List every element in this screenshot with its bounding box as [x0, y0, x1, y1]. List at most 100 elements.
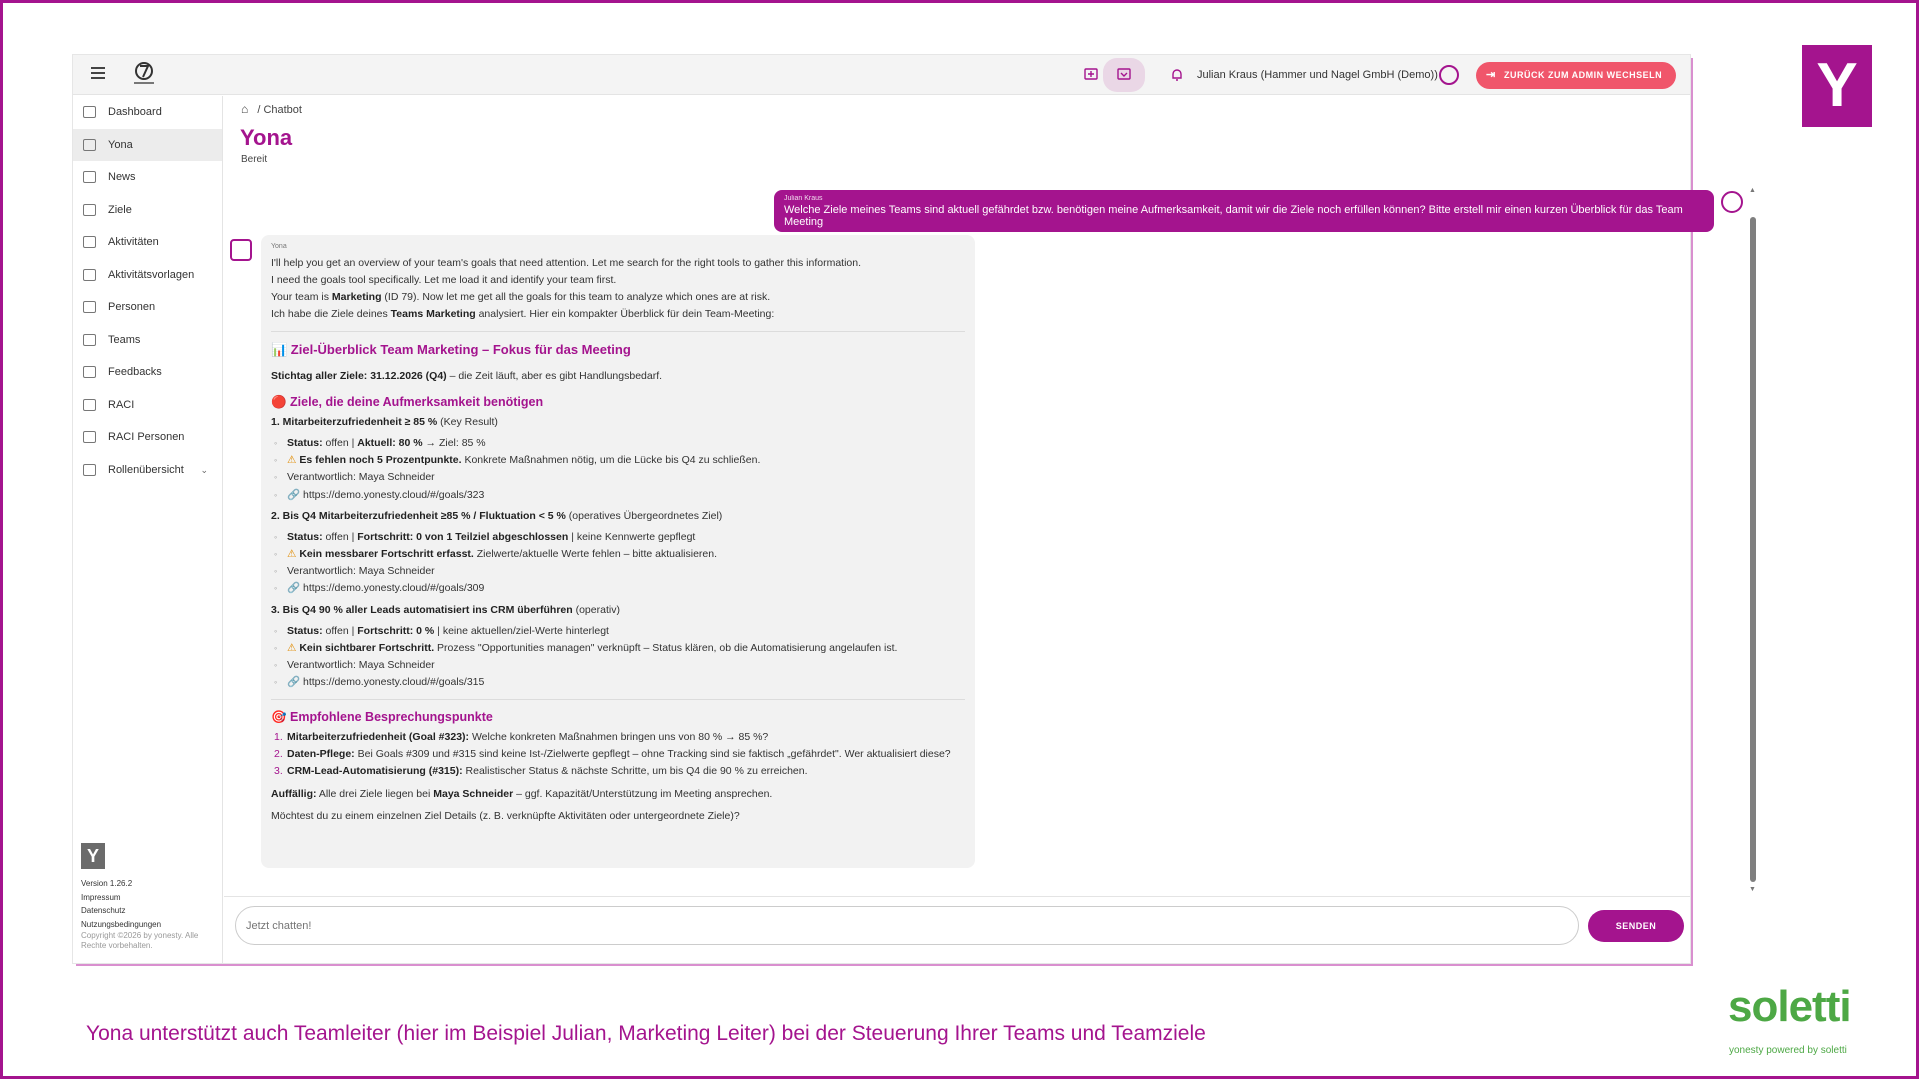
divider — [271, 699, 965, 701]
sidebar-item-personen[interactable]: Personen — [73, 291, 222, 324]
discussion-point: 1. Mitarbeiterzufriedenheit (Goal #323): … — [274, 731, 769, 744]
sidebar-item-raci[interactable]: RACI — [73, 389, 222, 422]
bot-text: Ich habe die Ziele deines Teams Marketin… — [271, 308, 775, 320]
version-text: Version 1.26.2 — [81, 879, 133, 888]
scroll-down-icon[interactable]: ▼ — [1749, 886, 1756, 893]
link-icon: 🔗 — [287, 676, 301, 689]
top-bar: Julian Kraus (Hammer und Nagel GmbH (Dem… — [73, 55, 1690, 95]
hierarchy-icon — [83, 463, 96, 476]
people-icon — [83, 301, 96, 313]
sidebar-footer: Y Version 1.26.2 Impressum Datenschutz N… — [81, 843, 216, 951]
notable-text: Auffällig: Alle drei Ziele liegen bei Ma… — [271, 788, 773, 801]
link-icon: 🔗 — [287, 582, 301, 595]
sidebar-item-label: Aktivitäten — [108, 236, 159, 248]
datenschutz-link[interactable]: Datenschutz — [81, 904, 216, 918]
goal-warning: ⚠ Es fehlen noch 5 Prozentpunkte. Konkre… — [271, 452, 965, 469]
overview-heading: 📊 Ziel-Überblick Team Marketing – Fokus … — [271, 342, 631, 357]
switch-to-admin-button[interactable]: ⇥ ZURÜCK ZUM ADMIN WECHSELN — [1476, 62, 1676, 89]
points-heading: 🎯 Empfohlene Besprechungspunkte — [271, 710, 493, 725]
sidebar-item-label: Rollenübersicht — [108, 463, 184, 476]
grid-icon — [83, 431, 96, 443]
feedback-add-icon[interactable] — [1079, 63, 1103, 87]
user-name[interactable]: Julian Kraus (Hammer und Nagel GmbH (Dem… — [1197, 69, 1438, 81]
impressum-link[interactable]: Impressum — [81, 891, 216, 905]
chat-scrollbar[interactable]: ▲ ▼ — [1749, 187, 1757, 895]
flag-icon — [83, 203, 96, 216]
sidebar: Dashboard Yona News Ziele Aktivitäten Ak… — [73, 96, 223, 963]
nutzungsbedingungen-link[interactable]: Nutzungsbedingungen — [81, 918, 216, 932]
soletti-tagline: yonesty powered by soletti — [1729, 1045, 1847, 1056]
sidebar-item-raci-personen[interactable]: RACI Personen — [73, 421, 222, 454]
sidebar-item-aktivitaeten[interactable]: Aktivitäten — [73, 226, 222, 259]
sidebar-item-label: Dashboard — [108, 106, 162, 118]
bot-text: I'll help you get an overview of your te… — [271, 257, 862, 269]
goal-status: Status: offen | Fortschritt: 0 von 1 Tei… — [271, 529, 965, 546]
chatbot-icon[interactable] — [1103, 58, 1145, 92]
goal-item: 3. Bis Q4 90 % aller Leads automatisiert… — [271, 602, 965, 692]
scrollbar-thumb[interactable] — [1750, 217, 1756, 882]
chatbot-icon — [83, 138, 96, 151]
menu-icon[interactable] — [91, 67, 105, 79]
sidebar-item-label: RACI — [108, 398, 135, 411]
goal-link[interactable]: 🔗 https://demo.yonesty.cloud/#/goals/309 — [271, 580, 965, 597]
goal-owner: Verantwortlich: Maya Schneider — [271, 469, 965, 486]
page-title: Yona — [240, 125, 293, 150]
chat-input-row: SENDEN — [224, 896, 1690, 963]
sidebar-item-feedbacks[interactable]: Feedbacks — [73, 356, 222, 389]
message-author: Julian Kraus — [784, 195, 823, 202]
goal-status: Status: offen | Aktuell: 80 % → Ziel: 85… — [271, 435, 965, 452]
closing-question: Möchtest du zu einem einzelnen Ziel Deta… — [271, 810, 740, 823]
sidebar-item-label: RACI Personen — [108, 431, 185, 443]
bell-icon[interactable] — [1165, 63, 1189, 87]
sidebar-item-news[interactable]: News — [73, 161, 222, 194]
sidebar-item-ziele[interactable]: Ziele — [73, 194, 222, 227]
goal-item: 1. Mitarbeiterzufriedenheit ≥ 85 % (Key … — [271, 414, 965, 504]
goal-link[interactable]: 🔗 https://demo.yonesty.cloud/#/goals/315 — [271, 674, 965, 691]
grid-icon — [83, 398, 96, 411]
goal-title: 1. Mitarbeiterzufriedenheit ≥ 85 % (Key … — [271, 416, 498, 428]
copyright-text: Copyright ©2026 by yonesty. Alle Rechte … — [81, 931, 199, 950]
switch-to-admin-label: ZURÜCK ZUM ADMIN WECHSELN — [1504, 70, 1663, 80]
dashboard-icon — [83, 106, 96, 118]
home-icon[interactable]: ⌂ — [241, 102, 248, 116]
sidebar-item-rollenuebersicht[interactable]: Rollenübersicht ⌄ — [73, 454, 222, 487]
warning-icon: ⚠ — [287, 548, 297, 561]
sidebar-item-aktivitaetsvorlagen[interactable]: Aktivitätsvorlagen — [73, 259, 222, 292]
yonesty-y-logo: Y — [1802, 45, 1872, 127]
discussion-point: 3. CRM-Lead-Automatisierung (#315): Reali… — [274, 765, 808, 778]
news-icon — [83, 171, 96, 183]
check-icon — [83, 236, 96, 248]
sidebar-item-yona[interactable]: Yona — [73, 128, 222, 161]
chat-input[interactable] — [235, 906, 1579, 945]
sidebar-item-label: Feedbacks — [108, 366, 162, 378]
chevron-down-icon: ⌄ — [200, 464, 208, 475]
goal-link[interactable]: 🔗 https://demo.yonesty.cloud/#/goals/323 — [271, 487, 965, 504]
sidebar-item-label: Ziele — [108, 203, 132, 216]
feedback-icon — [83, 366, 96, 378]
attention-heading: 🔴 Ziele, die deine Aufmerksamkeit benöti… — [271, 395, 544, 409]
link-icon: 🔗 — [287, 488, 301, 501]
breadcrumb-current: Chatbot — [263, 104, 302, 116]
bot-text: I need the goals tool specifically. Let … — [271, 274, 617, 286]
goal-title: 2. Bis Q4 Mitarbeiterzufriedenheit ≥85 %… — [271, 509, 723, 522]
user-avatar-icon[interactable] — [1439, 65, 1459, 85]
sidebar-item-teams[interactable]: Teams — [73, 324, 222, 357]
deadline-text: Stichtag aller Ziele: 31.12.2026 (Q4) – … — [271, 370, 663, 382]
user-avatar-icon — [1721, 191, 1743, 213]
y-letter: Y — [1816, 51, 1858, 120]
sidebar-item-label: Aktivitätsvorlagen — [108, 268, 195, 281]
goal-item: 2. Bis Q4 Mitarbeiterzufriedenheit ≥85 %… — [271, 508, 965, 598]
scroll-up-icon[interactable]: ▲ — [1749, 187, 1756, 194]
sidebar-item-label: Yona — [108, 138, 133, 151]
team-icon — [83, 333, 96, 346]
slide-caption: Yona unterstützt auch Teamleiter (hier i… — [86, 1022, 1206, 1045]
soletti-logo: soletti — [1728, 982, 1852, 1031]
send-button[interactable]: SENDEN — [1588, 910, 1684, 942]
sidebar-item-dashboard[interactable]: Dashboard — [73, 96, 222, 129]
discussion-point: 2. Daten-Pflege: Bei Goals #309 und #315 … — [274, 748, 951, 761]
message-text: Welche Ziele meines Teams sind aktuell g… — [784, 204, 1683, 228]
divider — [271, 331, 965, 332]
message-author: Yona — [271, 243, 287, 250]
template-icon — [83, 268, 96, 281]
goal-warning: ⚠ Kein sichtbarer Fortschritt. Prozess "… — [271, 640, 965, 657]
